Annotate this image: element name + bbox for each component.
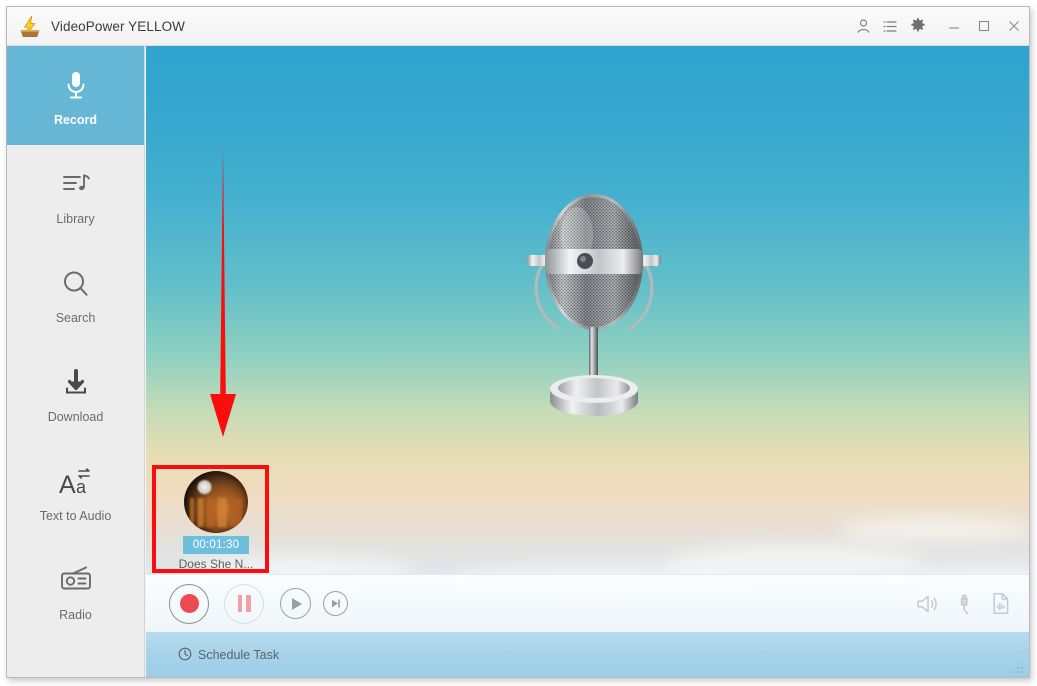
sidebar-item-library[interactable]: Library xyxy=(7,145,144,244)
cloud-decoration xyxy=(836,516,1029,542)
music-list-icon xyxy=(60,164,92,206)
status-bar: Schedule Task xyxy=(146,632,1029,677)
microphone-icon xyxy=(62,65,90,107)
svg-text:a: a xyxy=(76,477,87,497)
sidebar-item-record[interactable]: Record xyxy=(7,46,144,145)
lightning-bolt-icon xyxy=(18,14,42,38)
record-button[interactable] xyxy=(169,583,209,624)
schedule-task-button[interactable]: Schedule Task xyxy=(178,647,279,664)
minimize-button[interactable] xyxy=(939,7,969,45)
titlebar-buttons xyxy=(850,7,1029,45)
microphone-jack-icon[interactable] xyxy=(955,593,975,615)
maximize-button[interactable] xyxy=(969,7,999,45)
sidebar-item-download[interactable]: Download xyxy=(7,343,144,442)
text-swap-icon: A a xyxy=(55,461,97,503)
playback-control-bar xyxy=(146,574,1029,632)
app-root: VideoPower YELLOW Record Library Search … xyxy=(0,0,1037,686)
pause-icon xyxy=(237,595,251,612)
close-button[interactable] xyxy=(999,7,1029,45)
sidebar-item-search[interactable]: Search xyxy=(7,244,144,343)
list-icon[interactable] xyxy=(877,7,904,45)
source-toggle-group xyxy=(915,592,1011,615)
window-body: Record Library Search Download A a Text … xyxy=(7,46,1029,677)
pause-button[interactable] xyxy=(224,583,264,624)
gear-icon[interactable] xyxy=(904,7,931,45)
audio-file-icon[interactable] xyxy=(991,592,1011,615)
sidebar-item-text-to-audio[interactable]: A a Text to Audio xyxy=(7,442,144,541)
application-window: VideoPower YELLOW Record Library Search … xyxy=(6,6,1030,678)
window-title: VideoPower YELLOW xyxy=(51,18,186,34)
sidebar-item-label: Download xyxy=(47,409,104,424)
account-icon[interactable] xyxy=(850,7,877,45)
sidebar-item-radio[interactable]: Radio xyxy=(7,541,144,640)
play-icon xyxy=(292,597,302,610)
schedule-task-label: Schedule Task xyxy=(198,648,280,662)
recording-duration: 00:01:30 xyxy=(182,536,250,554)
play-button[interactable] xyxy=(280,588,311,619)
svg-text:A: A xyxy=(59,471,76,499)
sidebar-item-label: Search xyxy=(55,310,96,325)
next-button[interactable] xyxy=(323,591,348,616)
sidebar: Record Library Search Download A a Text … xyxy=(7,46,145,677)
main-stage: 00:01:30 Does She N... Schedule Task xyxy=(146,46,1029,677)
recording-title: Does She N... xyxy=(178,557,254,571)
record-dot-icon xyxy=(179,594,199,613)
next-icon xyxy=(332,599,340,608)
resize-grip[interactable] xyxy=(1011,661,1024,674)
album-art-thumbnail xyxy=(184,471,248,533)
sidebar-item-label: Record xyxy=(53,112,98,127)
recording-thumbnail[interactable]: 00:01:30 Does She N... xyxy=(162,467,270,571)
magnifier-icon xyxy=(60,263,92,305)
sidebar-item-label: Radio xyxy=(59,607,92,622)
radio-icon xyxy=(58,560,94,602)
download-arrow-icon xyxy=(60,362,92,404)
sidebar-item-label: Library xyxy=(56,211,95,226)
speaker-icon[interactable] xyxy=(915,593,939,615)
sidebar-item-label: Text to Audio xyxy=(39,508,112,523)
clock-icon xyxy=(178,647,192,664)
title-bar: VideoPower YELLOW xyxy=(7,7,1029,46)
